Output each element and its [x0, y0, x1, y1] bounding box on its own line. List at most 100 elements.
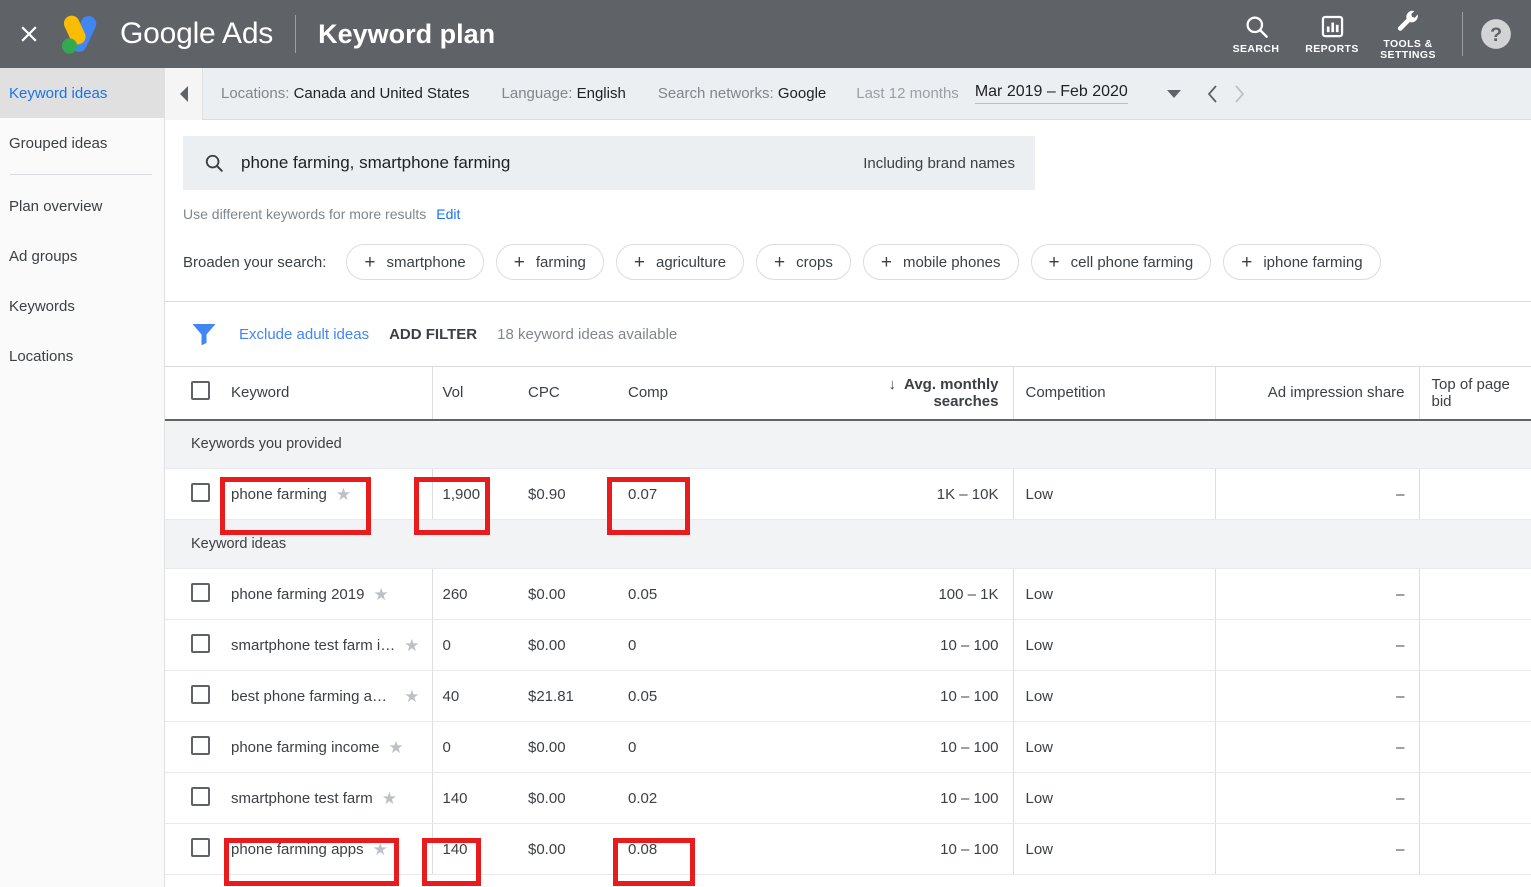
sidebar-divider	[10, 174, 152, 175]
locations-filter[interactable]: Locations: Canada and United States	[221, 85, 470, 102]
keyword-cell-content: phone farming apps ★	[231, 841, 420, 858]
svg-text:?: ?	[1490, 24, 1502, 46]
cell-competition: Low	[1013, 468, 1216, 520]
row-checkbox[interactable]	[191, 582, 210, 602]
search-icon	[1245, 16, 1268, 38]
broaden-chip-cell-phone-farming[interactable]: + cell phone farming	[1030, 244, 1212, 280]
search-hint-row: Use different keywords for more results …	[183, 206, 1513, 222]
favorite-star-icon[interactable]: ★	[336, 486, 351, 503]
cell-keyword: smartphone test farm i… ★	[217, 619, 433, 671]
broaden-chip-agriculture[interactable]: + agriculture	[615, 244, 745, 280]
row-checkbox[interactable]	[191, 633, 210, 653]
search-input[interactable]: phone farming, smartphone farming	[241, 153, 863, 173]
column-header-comp[interactable]: Comp	[618, 366, 813, 421]
including-brand-names-toggle[interactable]: Including brand names	[863, 155, 1015, 172]
keyword-text: phone farming apps	[231, 840, 364, 858]
row-select-cell	[165, 823, 217, 875]
date-prev-button[interactable]	[1206, 84, 1219, 104]
settings-bar: Locations: Canada and United States Lang…	[165, 67, 1531, 120]
close-button[interactable]	[6, 21, 52, 47]
cell-avg-monthly-searches: 10 – 100	[813, 772, 1014, 824]
date-range-value[interactable]: Mar 2019 – Feb 2020	[974, 83, 1128, 104]
table-row[interactable]: smartphone test farm ★ 140 $0.00 0.02 10…	[165, 772, 1531, 824]
sidebar-item-keywords[interactable]: Keywords	[0, 281, 164, 331]
row-checkbox[interactable]	[191, 735, 210, 755]
cell-cpc: $0.00	[518, 772, 618, 824]
date-next-button[interactable]	[1233, 84, 1246, 104]
date-range-dropdown-button[interactable]	[1166, 89, 1182, 99]
collapse-sidebar-button[interactable]	[165, 67, 203, 120]
table-row[interactable]: phone farming apps ★ 140 $0.00 0.08 10 –…	[165, 823, 1531, 875]
broaden-search-row: Broaden your search: + smartphone + farm…	[165, 222, 1531, 280]
broaden-chip-mobile-phones[interactable]: + mobile phones	[862, 244, 1019, 280]
favorite-star-icon[interactable]: ★	[404, 688, 419, 705]
favorite-star-icon[interactable]: ★	[404, 637, 419, 654]
column-header-ad-impression-share[interactable]: Ad impression share	[1215, 366, 1420, 421]
row-select-cell	[165, 619, 217, 671]
search-hint-text: Use different keywords for more results	[183, 206, 427, 222]
favorite-star-icon[interactable]: ★	[373, 841, 388, 858]
search-networks-filter[interactable]: Search networks: Google	[658, 85, 826, 102]
keyword-search-panel: phone farming, smartphone farming Includ…	[165, 120, 1531, 222]
table-row[interactable]: phone farming ★ 1,900 $0.90 0.07 1K – 10…	[165, 468, 1531, 520]
sidebar-item-grouped-ideas[interactable]: Grouped ideas	[0, 118, 164, 168]
broaden-chip-crops[interactable]: + crops	[756, 244, 851, 280]
sidebar-item-label: Keywords	[9, 297, 75, 315]
keyword-text: phone farming	[231, 485, 327, 503]
row-checkbox[interactable]	[191, 684, 210, 704]
table-row[interactable]: smartphone test farm i… ★ 0 $0.00 0 10 –…	[165, 619, 1531, 671]
group-title: Keyword ideas	[165, 519, 1531, 569]
wrench-icon	[1397, 10, 1418, 31]
row-checkbox[interactable]	[191, 786, 210, 806]
select-all-checkbox[interactable]	[191, 381, 210, 401]
keyword-search-box[interactable]: phone farming, smartphone farming Includ…	[183, 136, 1035, 190]
favorite-star-icon[interactable]: ★	[388, 739, 403, 756]
row-checkbox[interactable]	[191, 482, 210, 502]
header-search-button[interactable]: SEARCH	[1218, 13, 1294, 55]
column-header-avg-label: Avg. monthly searches	[904, 375, 999, 410]
language-filter[interactable]: Language: English	[502, 85, 626, 102]
date-range-picker[interactable]: Last 12 months Mar 2019 – Feb 2020	[856, 83, 1246, 104]
locations-value: Canada and United States	[293, 85, 470, 102]
table-row[interactable]: phone farming income ★ 0 $0.00 0 10 – 10…	[165, 721, 1531, 773]
header-reports-button[interactable]: REPORTS	[1294, 13, 1370, 55]
header-divider	[295, 15, 297, 53]
column-header-top-of-page-bid[interactable]: Top of page bid	[1419, 366, 1531, 421]
favorite-star-icon[interactable]: ★	[382, 790, 397, 807]
table-row[interactable]: phone farming 2019 ★ 260 $0.00 0.05 100 …	[165, 568, 1531, 620]
cell-top-of-page-bid	[1419, 568, 1531, 620]
sidebar-item-locations[interactable]: Locations	[0, 331, 164, 381]
cell-avg-monthly-searches: 10 – 100	[813, 670, 1014, 722]
cell-cpc: $0.00	[518, 823, 618, 875]
broaden-chip-smartphone[interactable]: + smartphone	[346, 244, 484, 280]
exclude-adult-ideas-link[interactable]: Exclude adult ideas	[239, 326, 369, 343]
favorite-star-icon[interactable]: ★	[373, 586, 388, 603]
help-button[interactable]: ?	[1479, 17, 1513, 51]
column-header-keyword[interactable]: Keyword	[217, 366, 433, 421]
header-tools-settings-button[interactable]: TOOLS & SETTINGS	[1370, 7, 1446, 61]
header-actions: SEARCH REPORTS TOOLS & SETTINGS ?	[1218, 0, 1531, 68]
header-reports-label: REPORTS	[1305, 43, 1359, 55]
table-header-row: Keyword Vol CPC Comp ↓ Avg. monthly searc…	[165, 366, 1531, 421]
table-row[interactable]: best phone farming ap… ★ 40 $21.81 0.05 …	[165, 670, 1531, 722]
sidebar-item-keyword-ideas[interactable]: Keyword ideas	[0, 68, 164, 118]
cell-top-of-page-bid	[1419, 670, 1531, 722]
row-checkbox[interactable]	[191, 837, 210, 857]
column-header-vol[interactable]: Vol	[432, 366, 518, 421]
cell-vol: 140	[432, 823, 518, 875]
column-header-competition[interactable]: Competition	[1013, 366, 1216, 421]
filter-button[interactable]	[191, 322, 217, 346]
header-tools-settings-label: TOOLS & SETTINGS	[1380, 39, 1436, 61]
plus-icon: +	[513, 251, 525, 273]
broaden-chip-farming[interactable]: + farming	[495, 244, 604, 280]
search-icon-small	[203, 152, 225, 174]
column-header-cpc[interactable]: CPC	[518, 366, 618, 421]
edit-keywords-link[interactable]: Edit	[436, 206, 460, 222]
plus-icon: +	[1241, 251, 1253, 273]
broaden-chip-iphone-farming[interactable]: + iphone farming	[1223, 244, 1381, 280]
add-filter-button[interactable]: ADD FILTER	[389, 326, 477, 343]
sidebar-item-plan-overview[interactable]: Plan overview	[0, 181, 164, 231]
column-header-avg-monthly-searches[interactable]: ↓ Avg. monthly searches	[813, 366, 1014, 421]
search-networks-value: Google	[777, 85, 827, 102]
sidebar-item-ad-groups[interactable]: Ad groups	[0, 231, 164, 281]
